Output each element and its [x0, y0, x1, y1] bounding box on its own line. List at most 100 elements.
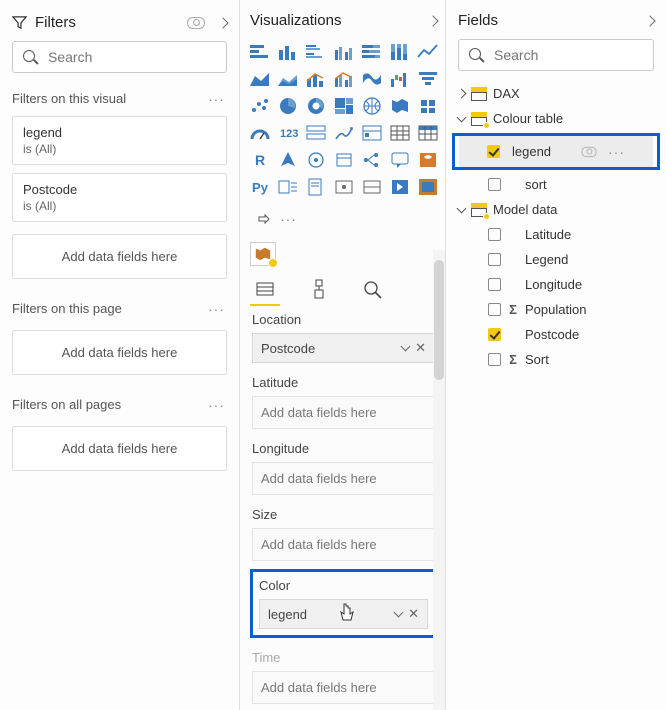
longitude-label: Longitude [248, 431, 439, 460]
viz-ribbon-icon[interactable] [360, 68, 384, 90]
viz-paginated-icon[interactable] [304, 176, 328, 198]
viz-power-apps-icon[interactable] [332, 149, 356, 171]
filter-card[interactable]: Postcode is (All) [12, 173, 227, 222]
viz-clustered-bar-icon[interactable] [304, 41, 328, 63]
latitude-well[interactable]: Add data fields here [252, 396, 435, 429]
viz-decomp-tree-icon[interactable] [360, 149, 384, 171]
add-fields-all[interactable]: Add data fields here [12, 426, 227, 471]
field-row[interactable]: Latitude [456, 222, 656, 247]
filters-search[interactable] [12, 41, 227, 73]
more-icon[interactable]: ··· [208, 95, 225, 103]
collapse-viz-icon[interactable] [427, 15, 438, 26]
field-checkbox[interactable] [488, 278, 501, 291]
viz-r-visual-icon[interactable]: R [248, 149, 272, 171]
viz-goals-icon[interactable] [360, 176, 384, 198]
viz-more-icon[interactable]: ··· [280, 215, 297, 223]
filter-card[interactable]: legend is (All) [12, 116, 227, 165]
viz-multi-row-card-icon[interactable] [304, 122, 328, 144]
eye-icon[interactable] [581, 146, 596, 156]
field-checkbox[interactable] [488, 303, 501, 316]
viz-funnel-icon[interactable] [416, 68, 440, 90]
viz-clustered-column-icon[interactable] [332, 41, 356, 63]
table-row[interactable]: DAX [456, 81, 656, 106]
viz-treemap-icon[interactable] [332, 95, 356, 117]
table-row[interactable]: Model data [456, 197, 656, 222]
viz-scatter-icon[interactable] [248, 95, 272, 117]
field-row[interactable]: Σ Sort [456, 347, 656, 372]
more-icon[interactable]: ··· [608, 148, 625, 156]
fields-tab[interactable] [252, 276, 278, 302]
viz-matrix-icon[interactable] [416, 122, 440, 144]
viz-anomaly-icon[interactable] [332, 176, 356, 198]
location-well[interactable]: Postcode ✕ [252, 333, 435, 363]
field-row[interactable]: Longitude [456, 272, 656, 297]
viz-azure-map-icon[interactable] [276, 149, 300, 171]
remove-icon[interactable]: ✕ [415, 340, 426, 355]
field-row[interactable]: sort [456, 172, 656, 197]
sigma-icon: Σ [507, 352, 519, 367]
analytics-tab[interactable] [360, 276, 386, 302]
more-icon[interactable]: ··· [208, 401, 225, 409]
viz-qa-icon[interactable] [388, 149, 412, 171]
viz-get-more-icon[interactable] [250, 208, 274, 230]
size-well[interactable]: Add data fields here [252, 528, 435, 561]
filters-search-input[interactable] [48, 49, 216, 65]
field-row[interactable]: Σ Population [456, 297, 656, 322]
remove-icon[interactable]: ✕ [408, 606, 419, 621]
chevron-down-icon[interactable] [394, 608, 404, 618]
chevron-down-icon[interactable] [401, 342, 411, 352]
viz-kpi-icon[interactable] [332, 122, 356, 144]
add-fields-visual[interactable]: Add data fields here [12, 234, 227, 279]
field-checkbox[interactable] [488, 228, 501, 241]
viz-power-automate-icon[interactable] [388, 176, 412, 198]
add-fields-page[interactable]: Add data fields here [12, 330, 227, 375]
viz-python-icon[interactable]: Py [248, 176, 272, 198]
field-checkbox[interactable] [488, 328, 501, 341]
viz-map-icon[interactable] [360, 95, 384, 117]
viz-slicer-icon[interactable] [360, 122, 384, 144]
viz-area-icon[interactable] [248, 68, 272, 90]
viz-stacked-area-icon[interactable] [276, 68, 300, 90]
location-label: Location [248, 302, 439, 331]
viz-line-clustered-column-icon[interactable] [332, 68, 356, 90]
eye-icon[interactable] [187, 17, 205, 29]
viz-gauge-icon[interactable] [248, 122, 272, 144]
scrollbar-thumb[interactable] [434, 260, 444, 380]
field-checkbox[interactable] [487, 145, 500, 158]
selected-visual-indicator [250, 242, 276, 266]
viz-100-stacked-bar-icon[interactable] [360, 41, 384, 63]
viz-smart-narrative-icon[interactable] [276, 176, 300, 198]
fields-search-input[interactable] [494, 47, 643, 63]
viz-100-stacked-column-icon[interactable] [388, 41, 412, 63]
viz-card-icon[interactable]: 123 [276, 122, 300, 144]
field-row-legend[interactable]: legend ··· [459, 136, 653, 167]
more-icon[interactable]: ··· [208, 305, 225, 313]
longitude-well[interactable]: Add data fields here [252, 462, 435, 495]
viz-shape-map-icon[interactable] [416, 95, 440, 117]
viz-key-influencers-icon[interactable] [416, 149, 440, 171]
viz-line-stacked-column-icon[interactable] [304, 68, 328, 90]
viz-pie-icon[interactable] [276, 95, 300, 117]
viz-stacked-bar-icon[interactable] [248, 41, 272, 63]
field-checkbox[interactable] [488, 253, 501, 266]
field-checkbox[interactable] [488, 178, 501, 191]
time-well[interactable]: Add data fields here [252, 671, 435, 704]
collapse-fields-icon[interactable] [644, 15, 655, 26]
viz-custom-visual-icon[interactable] [416, 176, 440, 198]
field-checkbox[interactable] [488, 353, 501, 366]
table-row[interactable]: Colour table [456, 106, 656, 131]
collapse-filters-icon[interactable] [217, 17, 228, 28]
viz-donut-icon[interactable] [304, 95, 328, 117]
fields-search[interactable] [458, 39, 654, 71]
viz-stacked-column-icon[interactable] [276, 41, 300, 63]
viz-table-icon[interactable] [388, 122, 412, 144]
viz-waterfall-icon[interactable] [388, 68, 412, 90]
format-tab[interactable] [306, 276, 332, 302]
fields-tree: DAX Colour table legend ··· [456, 81, 656, 372]
field-row[interactable]: Postcode [456, 322, 656, 347]
viz-filled-map-icon[interactable] [388, 95, 412, 117]
field-row[interactable]: Legend [456, 247, 656, 272]
viz-arcgis-icon[interactable] [304, 149, 328, 171]
color-well[interactable]: legend ✕ [259, 599, 428, 629]
viz-line-icon[interactable] [416, 41, 440, 63]
